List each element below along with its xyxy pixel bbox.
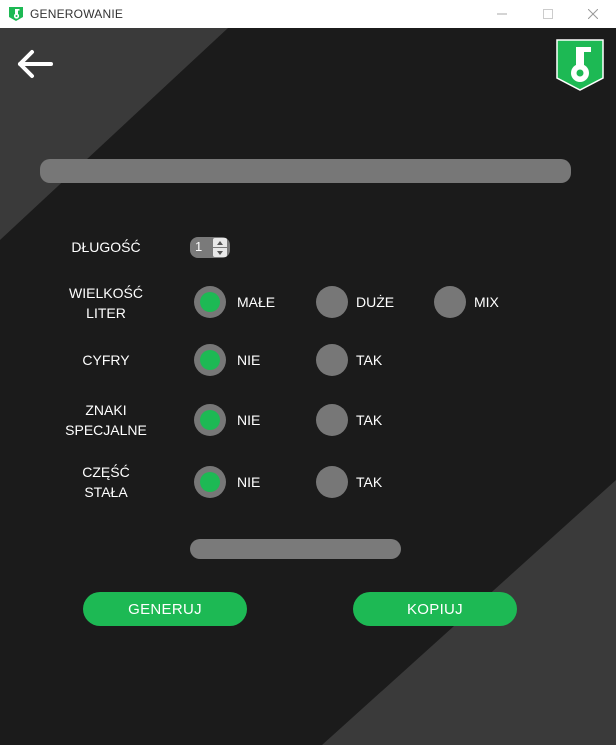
fixed-radio-yes[interactable]	[316, 466, 348, 498]
special-label: ZNAKI SPECJALNE	[58, 400, 154, 440]
fixed-part-input[interactable]	[190, 539, 401, 559]
length-value[interactable]: 1	[193, 238, 211, 256]
minimize-button[interactable]	[479, 0, 525, 28]
maximize-button[interactable]	[525, 0, 571, 28]
case-label-line1: WIELKOŚĆ	[69, 285, 143, 301]
generate-button[interactable]: GENERUJ	[83, 592, 247, 626]
fixed-radio-no[interactable]	[194, 466, 226, 498]
fixed-label-line1: CZĘŚĆ	[82, 464, 130, 480]
case-label-line2: LITER	[86, 305, 126, 321]
fixed-option-no: NIE	[237, 474, 261, 490]
digits-radio-yes[interactable]	[316, 344, 348, 376]
digits-option-yes: TAK	[356, 352, 383, 368]
window-title: GENEROWANIE	[30, 7, 124, 21]
app-icon	[9, 7, 23, 21]
special-label-line1: ZNAKI	[85, 402, 127, 418]
length-decrement-button[interactable]	[213, 248, 227, 257]
copy-button[interactable]: KOPIUJ	[353, 592, 517, 626]
special-option-no: NIE	[237, 412, 261, 428]
case-option-lower: MAŁE	[237, 294, 276, 310]
app-logo-icon	[556, 39, 604, 91]
case-label: WIELKOŚĆ LITER	[58, 283, 154, 323]
chevron-up-icon	[217, 240, 223, 245]
fixed-option-yes: TAK	[356, 474, 383, 490]
digits-label: CYFRY	[82, 352, 130, 368]
length-label: DŁUGOŚĆ	[71, 239, 141, 255]
digits-radio-no[interactable]	[194, 344, 226, 376]
special-option-yes: TAK	[356, 412, 383, 428]
back-arrow-icon[interactable]	[15, 46, 55, 82]
special-radio-no[interactable]	[194, 404, 226, 436]
length-increment-button[interactable]	[213, 238, 227, 247]
password-output-field[interactable]	[40, 159, 571, 183]
case-radio-mix[interactable]	[434, 286, 466, 318]
close-button[interactable]	[570, 0, 616, 28]
case-option-upper: DUŻE	[356, 294, 395, 310]
case-option-mix: MIX	[474, 294, 499, 310]
case-radio-lower[interactable]	[194, 286, 226, 318]
background-decoration	[0, 28, 616, 745]
fixed-label-line2: STAŁA	[84, 484, 128, 500]
close-icon	[588, 9, 598, 19]
case-radio-upper[interactable]	[316, 286, 348, 318]
minimize-icon	[497, 13, 507, 15]
length-spinbox[interactable]: 1	[190, 237, 230, 258]
special-radio-yes[interactable]	[316, 404, 348, 436]
chevron-down-icon	[217, 250, 223, 255]
maximize-icon	[543, 9, 553, 19]
main-panel: DŁUGOŚĆ 1 WIELKOŚĆ LITER MAŁE DUŻE MIX C…	[0, 28, 616, 745]
title-bar: GENEROWANIE	[0, 0, 616, 28]
special-label-line2: SPECJALNE	[65, 422, 147, 438]
fixed-part-label: CZĘŚĆ STAŁA	[58, 462, 154, 502]
digits-option-no: NIE	[237, 352, 261, 368]
